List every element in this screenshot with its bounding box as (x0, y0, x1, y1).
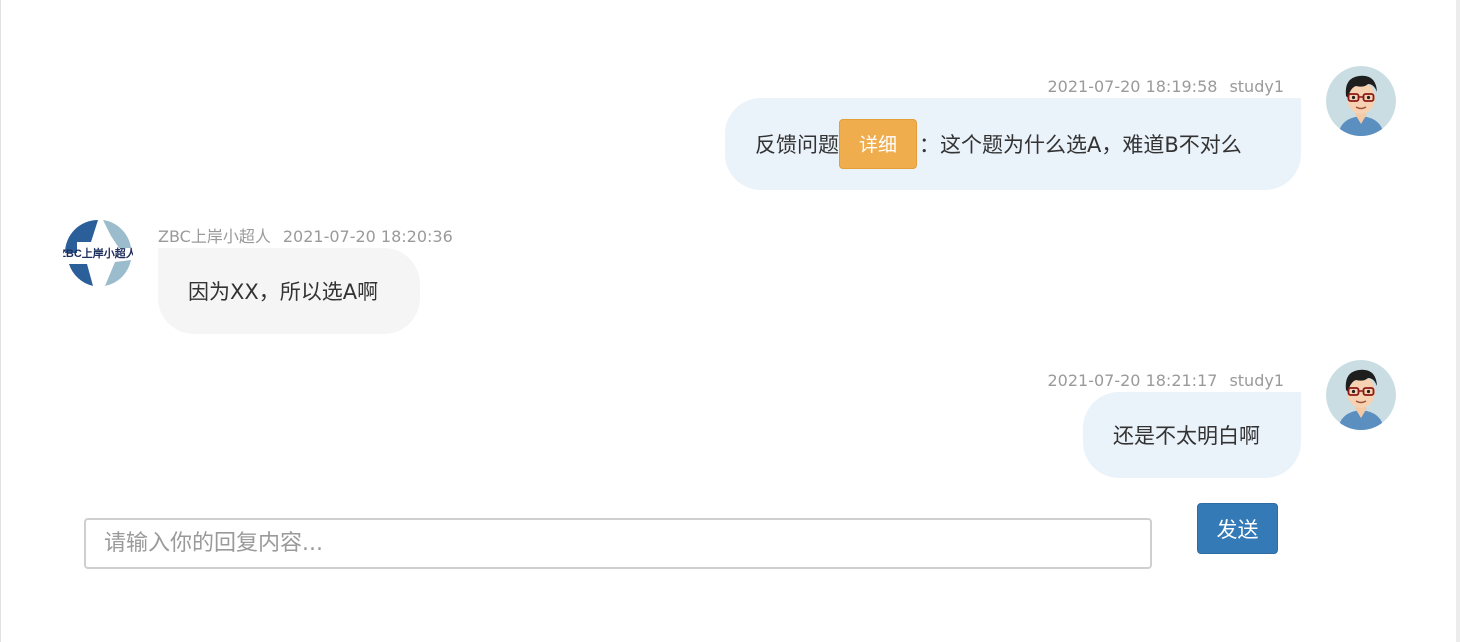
message-bubble: 还是不太明白啊 (1083, 392, 1301, 478)
chat-window: 2021-07-20 18:19:58 study1 反馈问题 详细 ：这个题为什… (0, 0, 1460, 642)
message-bubble: 因为XX，所以选A啊 (158, 248, 420, 334)
svg-text:ZBC上岸小超人: ZBC上岸小超人 (63, 246, 133, 260)
message-time: 2021-07-20 18:21:17 (1047, 371, 1218, 390)
send-button[interactable]: 发送 (1197, 503, 1278, 554)
message-time: 2021-07-20 18:20:36 (282, 227, 453, 246)
message-text: 还是不太明白啊 (1113, 424, 1260, 448)
user-avatar-icon (1326, 360, 1396, 430)
message-meta: 2021-07-20 18:21:17 study1 (1048, 371, 1285, 391)
message-time: 2021-07-20 18:19:58 (1047, 77, 1218, 96)
message-text: 因为XX，所以选A啊 (188, 280, 379, 304)
message-meta: 2021-07-20 18:19:58 study1 (1048, 77, 1285, 97)
message-text-suffix: ：这个题为什么选A，难道B不对么 (919, 133, 1242, 157)
message-user: ZBC上岸小超人 (158, 227, 271, 246)
zbc-logo-icon: ZBC上岸小超人 (63, 218, 133, 288)
reply-input[interactable] (84, 518, 1152, 569)
message-user: study1 (1229, 371, 1284, 390)
message-text-prefix: 反馈问题 (755, 133, 839, 157)
message-bubble: 反馈问题 详细 ：这个题为什么选A，难道B不对么 (725, 98, 1301, 190)
detail-button[interactable]: 详细 (839, 119, 918, 169)
message-user: study1 (1229, 77, 1284, 96)
user-avatar-icon (1326, 66, 1396, 136)
message-meta: ZBC上岸小超人 2021-07-20 18:20:36 (158, 227, 453, 247)
